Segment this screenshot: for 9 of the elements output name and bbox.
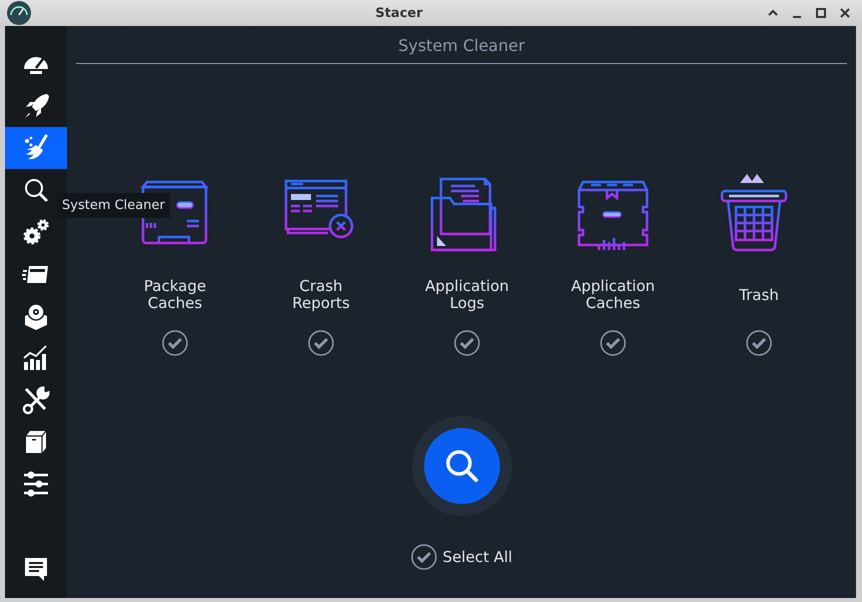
category-label: Application Logs <box>425 276 509 314</box>
category-label: Application Caches <box>571 276 655 314</box>
tooltip: System Cleaner <box>57 193 170 218</box>
category-label: Package Caches <box>144 276 206 314</box>
select-all-label: Select All <box>442 548 512 566</box>
window-title: Stacer <box>374 6 424 20</box>
category-label: Crash Reports <box>292 276 350 314</box>
category-label: Trash <box>739 284 779 306</box>
page-title: System Cleaner <box>398 36 525 55</box>
